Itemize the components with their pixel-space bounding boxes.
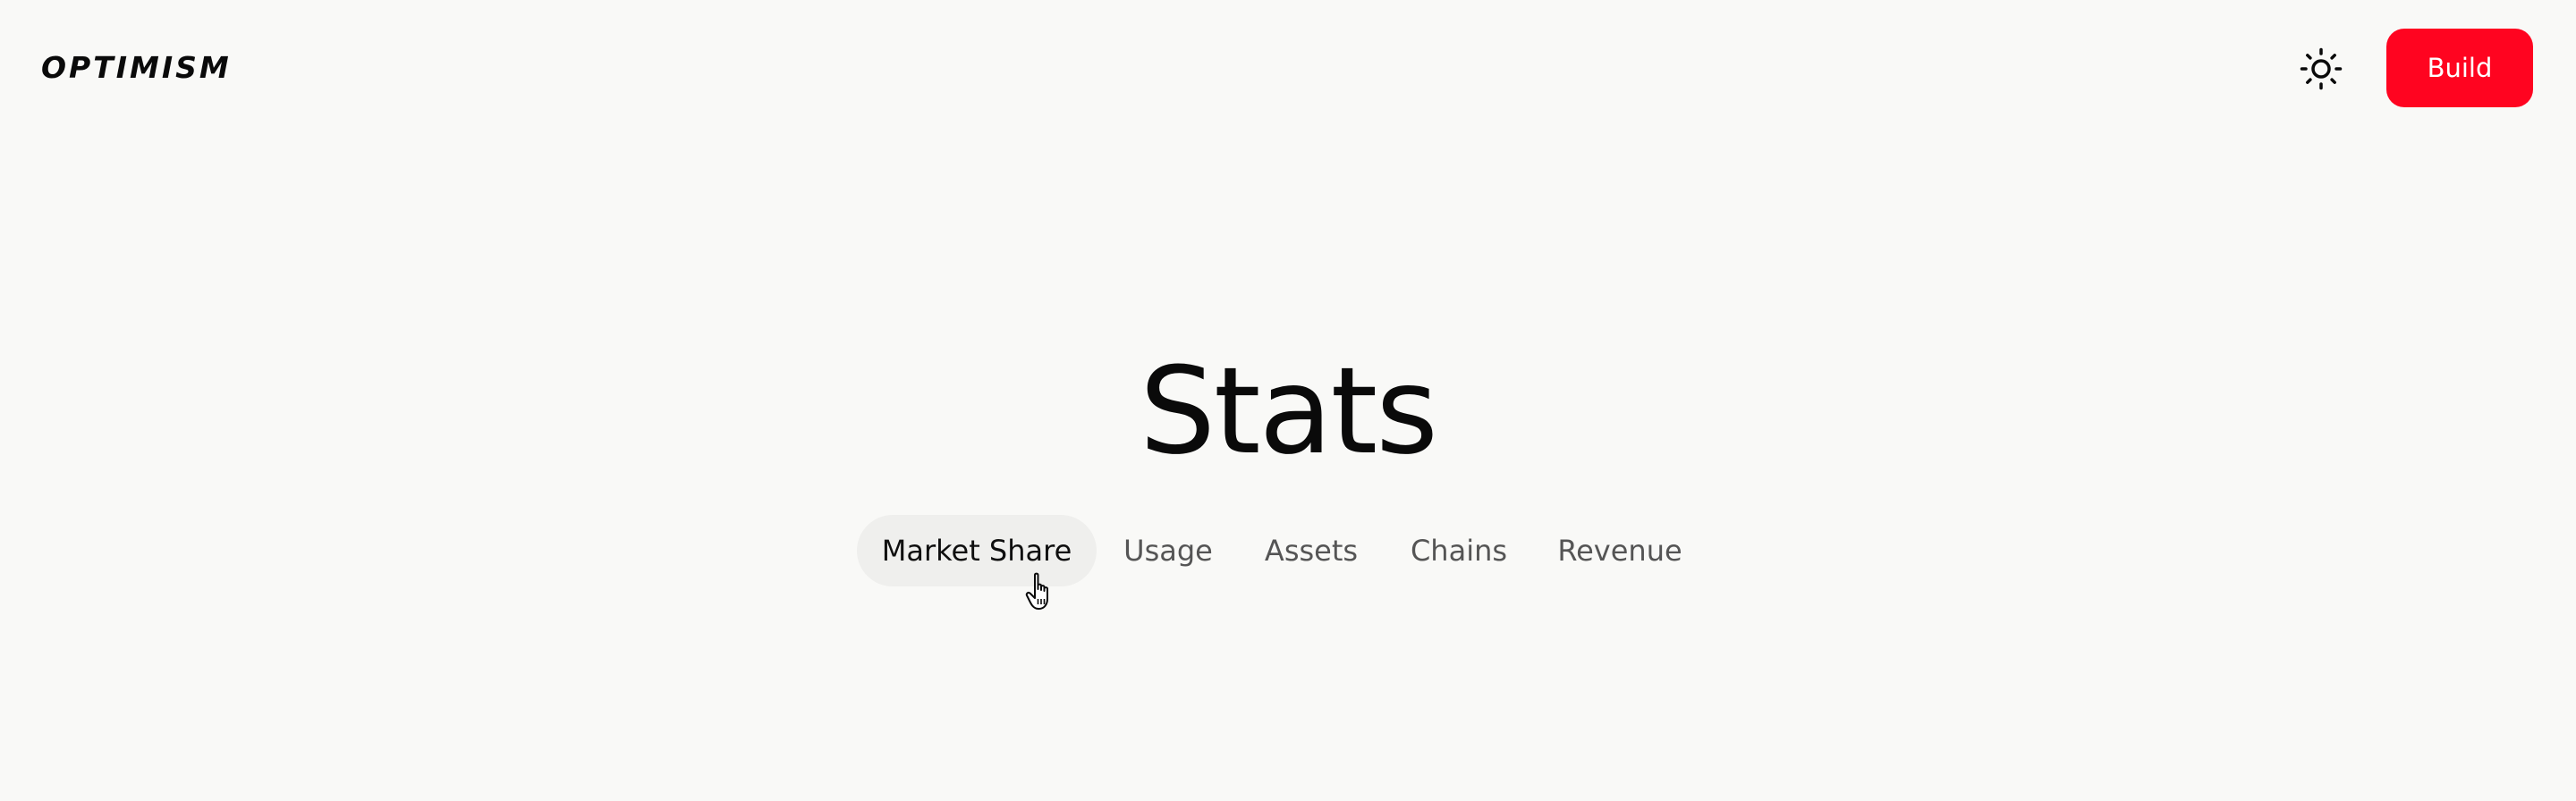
page: OPTIMISM Build Stats Market Share Usage … — [0, 0, 2576, 801]
site-header: OPTIMISM Build — [0, 0, 2576, 136]
tab-assets[interactable]: Assets — [1240, 515, 1383, 586]
tab-chains[interactable]: Chains — [1383, 515, 1535, 586]
stats-tabs: Market Share Usage Assets Chains Revenue — [857, 515, 1705, 586]
sun-icon — [2300, 47, 2343, 90]
theme-toggle-button[interactable] — [2296, 44, 2346, 94]
build-button[interactable]: Build — [2386, 29, 2533, 107]
tab-market-share[interactable]: Market Share — [857, 515, 1097, 586]
tab-revenue[interactable]: Revenue — [1535, 515, 1705, 586]
tab-usage[interactable]: Usage — [1097, 515, 1240, 586]
optimism-logo[interactable]: OPTIMISM — [41, 46, 232, 89]
page-title: Stats — [1139, 341, 1438, 481]
